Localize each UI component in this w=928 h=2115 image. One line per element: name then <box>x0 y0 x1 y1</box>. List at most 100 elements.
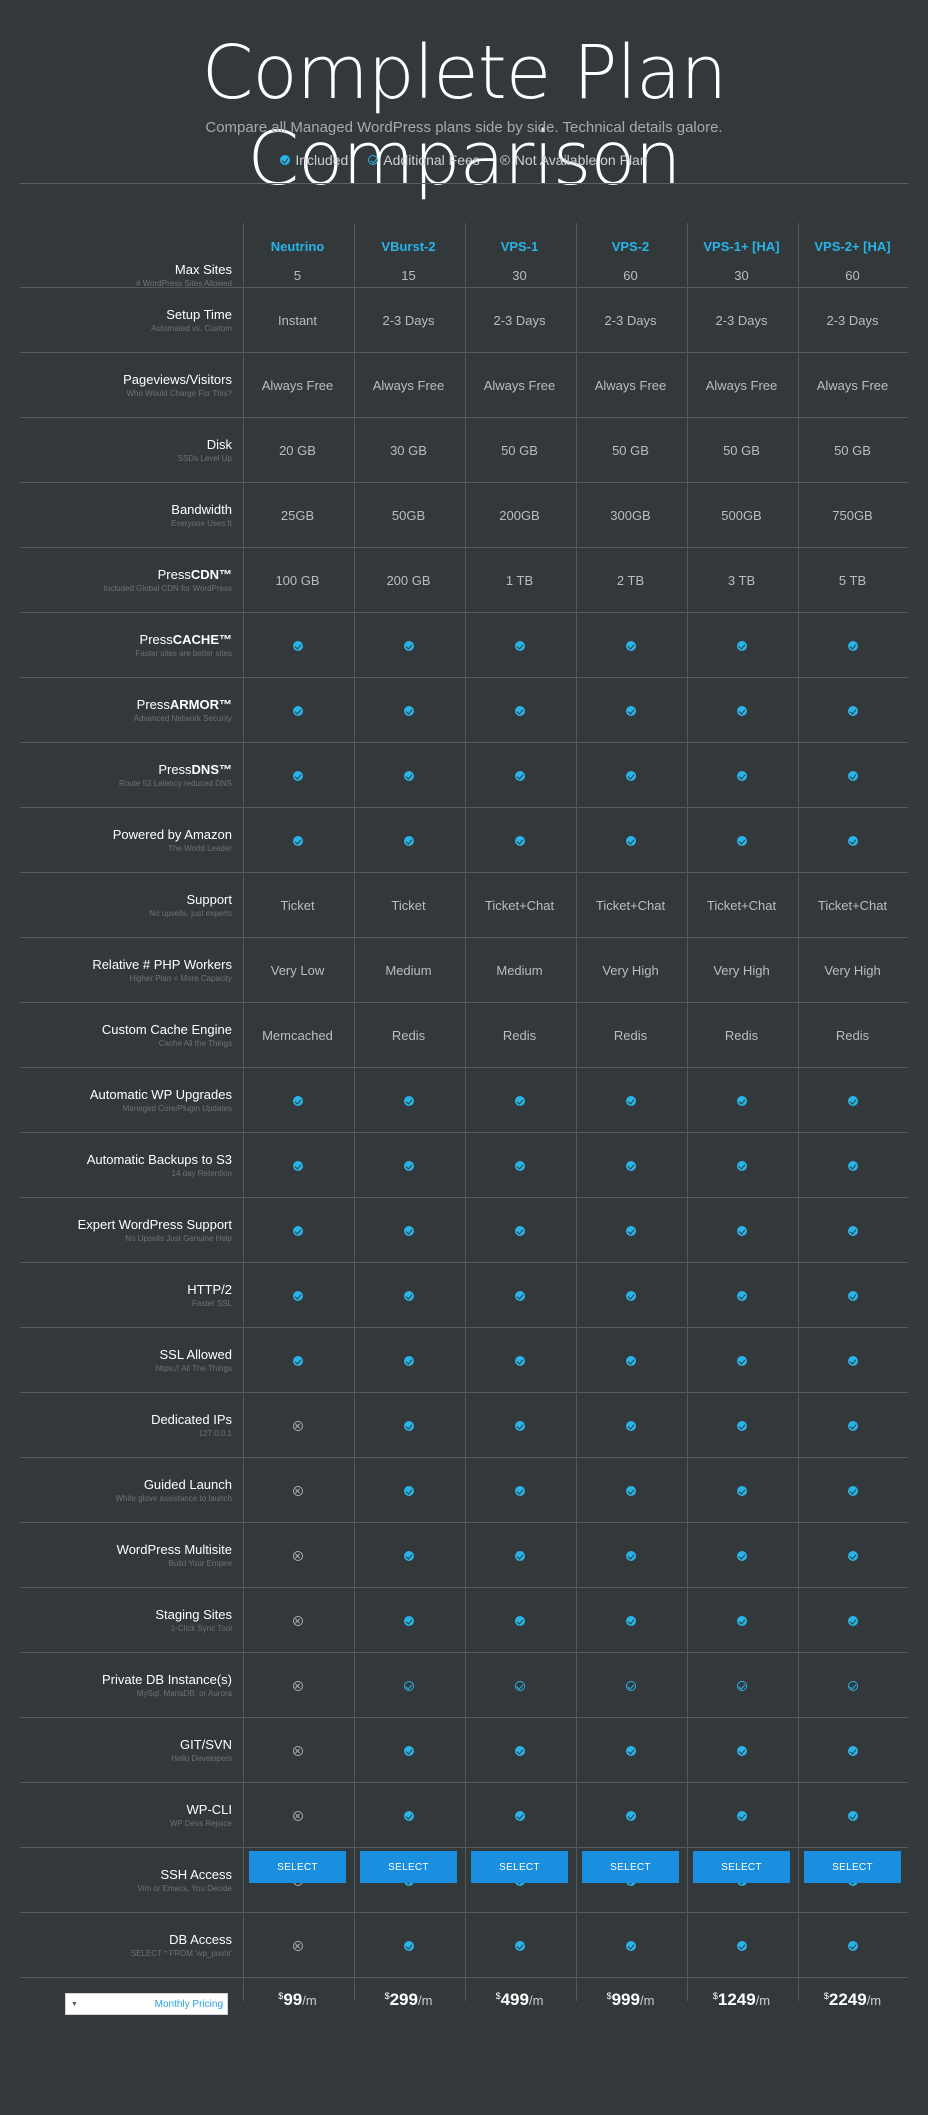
select-plan-button[interactable]: SELECT <box>471 1851 568 1883</box>
feature-value: Medium <box>496 963 543 978</box>
feature-cell <box>575 1551 686 1561</box>
feature-cell <box>464 1356 575 1366</box>
select-plan-button[interactable]: SELECT <box>249 1851 346 1883</box>
included-icon <box>625 1096 636 1106</box>
feature-value: 1 TB <box>505 573 534 588</box>
feature-description: Advanced Network Security <box>133 714 232 723</box>
included-icon <box>625 1811 636 1821</box>
table-row: HTTP/2 Faster SSL <box>20 1263 908 1328</box>
feature-value: Always Free <box>594 378 667 393</box>
feature-value: Instant <box>277 313 318 328</box>
table-row: PressCDN™ Included Global CDN for WordPre… <box>20 548 908 613</box>
included-icon <box>736 771 747 781</box>
feature-description: Higher Plan = More Capacity <box>129 974 233 983</box>
table-row: Disk SSDs Level Up 20 GB 30 GB 50 GB 50 GB 50 … <box>20 418 908 483</box>
feature-value: 30 <box>734 268 749 283</box>
feature-cell <box>242 641 353 651</box>
select-plan-button[interactable]: SELECT <box>804 1851 901 1883</box>
feature-description: Managed Core/Plugin Updates <box>122 1104 232 1113</box>
feature-cell <box>686 1096 797 1106</box>
feature-label: GIT/SVN <box>179 1737 232 1752</box>
feature-cell <box>575 1291 686 1301</box>
included-icon <box>514 1096 525 1106</box>
included-icon <box>403 1811 414 1821</box>
legend-included-label: Included <box>295 152 349 168</box>
feature-description: Hello Developers <box>171 1754 232 1763</box>
column-divider <box>243 223 244 2001</box>
feature-cell <box>353 1161 464 1171</box>
feature-value: Very High <box>824 963 881 978</box>
included-icon <box>292 641 303 651</box>
feature-value: Redis <box>391 1028 426 1043</box>
feature-description: SSDs Level Up <box>177 454 232 463</box>
included-icon <box>847 1356 858 1366</box>
feature-value: 15 <box>401 268 416 283</box>
table-row: Powered by Amazon The World Leader <box>20 808 908 873</box>
table-row: Setup Time Automated vs. Custom Instant 2-3… <box>20 288 908 353</box>
included-icon <box>736 1161 747 1171</box>
feature-value: 50 GB <box>723 443 760 458</box>
feature-cell <box>797 1486 908 1496</box>
feature-cell <box>242 1681 353 1691</box>
included-icon <box>625 1941 636 1951</box>
feature-value: 2-3 Days <box>604 313 657 328</box>
not-available-icon <box>292 1681 303 1691</box>
feature-cell <box>464 1941 575 1951</box>
feature-value: 200GB <box>499 508 540 523</box>
table-row: Expert WordPress Support No Upsells Just … <box>20 1198 908 1263</box>
feature-value: 2-3 Days <box>493 313 546 328</box>
feature-value: 100 GB <box>275 573 320 588</box>
included-icon <box>847 1096 858 1106</box>
not-available-icon <box>292 1551 303 1561</box>
feature-cell <box>242 1746 353 1756</box>
included-icon <box>625 836 636 846</box>
column-divider <box>798 223 799 2001</box>
included-icon <box>514 1421 525 1431</box>
included-icon <box>736 1486 747 1496</box>
feature-label: WordPress Multisite <box>116 1542 232 1557</box>
included-icon <box>403 1291 414 1301</box>
feature-label: Automatic WP Upgrades <box>89 1087 232 1102</box>
included-icon <box>292 706 303 716</box>
included-icon <box>292 1096 303 1106</box>
feature-label: PressARMOR™ <box>136 697 232 712</box>
feature-cell <box>575 1486 686 1496</box>
feature-description: Faster sites are better sites <box>135 649 232 658</box>
select-plan-button[interactable]: SELECT <box>693 1851 790 1883</box>
feature-cell <box>797 1681 908 1691</box>
price-amount: 499 <box>500 1990 529 2009</box>
pricing-period-select[interactable]: ▼ Monthly Pricing <box>65 1993 228 2015</box>
feature-cell <box>797 1096 908 1106</box>
feature-cell <box>242 1226 353 1236</box>
feature-cell <box>353 1551 464 1561</box>
plan-price: $299/m <box>353 1990 464 2010</box>
feature-description: No upsells, just experts <box>149 909 232 918</box>
included-icon <box>736 836 747 846</box>
column-divider <box>465 223 466 2001</box>
price-period: /m <box>417 1993 433 2008</box>
feature-cell <box>575 1941 686 1951</box>
feature-description: 127.0.0.1 <box>198 1429 232 1438</box>
feature-value: Ticket+Chat <box>706 898 777 913</box>
currency-symbol: $ <box>495 1991 501 2001</box>
select-plan-button[interactable]: SELECT <box>582 1851 679 1883</box>
feature-cell <box>242 1161 353 1171</box>
table-row: Dedicated IPs 127.0.0.1 <box>20 1393 908 1458</box>
feature-description: Faster SSL <box>191 1299 232 1308</box>
table-row: SSL Allowed https:// All The Things <box>20 1328 908 1393</box>
feature-cell <box>464 1096 575 1106</box>
feature-value: 60 <box>623 268 638 283</box>
feature-value: 30 GB <box>390 443 427 458</box>
included-icon <box>736 1746 747 1756</box>
feature-cell <box>797 1291 908 1301</box>
feature-cell <box>797 1161 908 1171</box>
feature-value: 5 <box>293 268 302 283</box>
pricing-period-value: Monthly Pricing <box>154 1998 223 2010</box>
feature-value: Redis <box>502 1028 537 1043</box>
select-plan-button[interactable]: SELECT <box>360 1851 457 1883</box>
feature-value: Very High <box>713 963 770 978</box>
currency-symbol: $ <box>606 1991 612 2001</box>
feature-cell <box>464 1421 575 1431</box>
feature-description: 1-Click Sync Tool <box>170 1624 232 1633</box>
feature-cell <box>242 1421 353 1431</box>
